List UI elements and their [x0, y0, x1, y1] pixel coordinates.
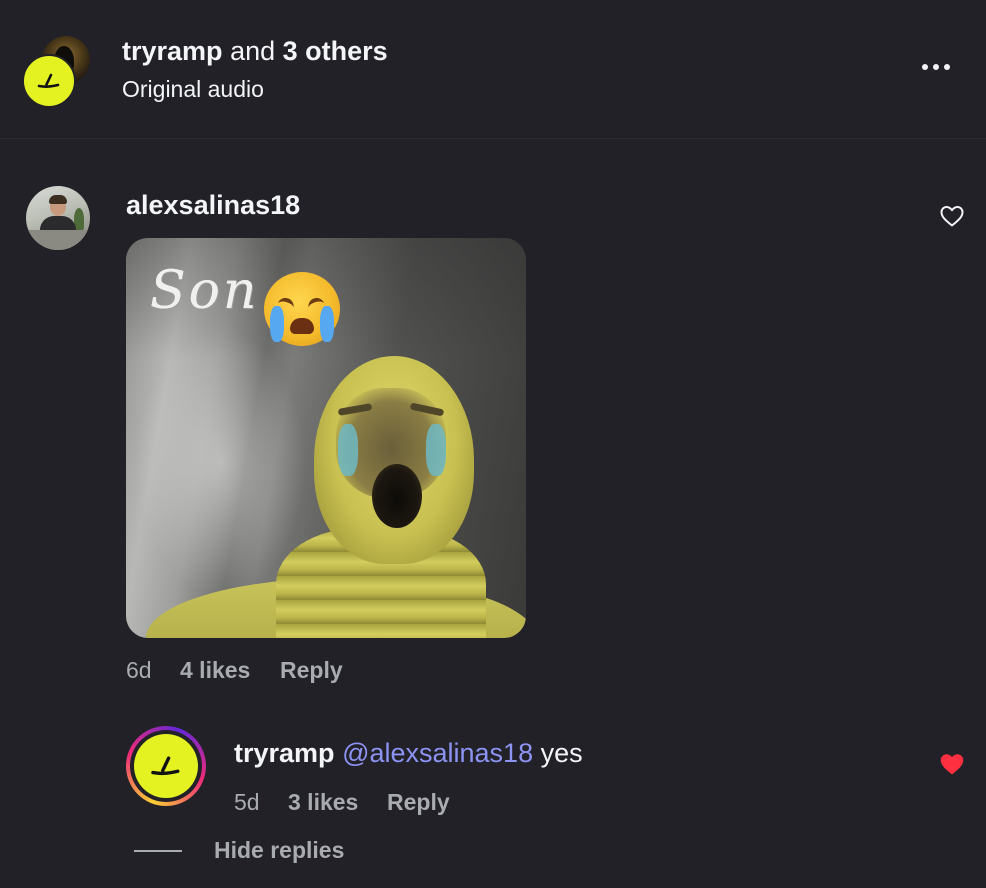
reply-reply-button[interactable]: Reply — [387, 787, 450, 817]
other-authors-link[interactable]: 3 others — [283, 36, 388, 66]
emoji-tear — [270, 306, 284, 342]
emoji-tear — [320, 306, 334, 342]
like-reply-button[interactable] — [936, 750, 968, 778]
post-header: tryramp and 3 others Original audio — [0, 0, 986, 138]
gif-mouth — [372, 464, 422, 528]
heart-filled-icon — [940, 754, 964, 775]
emoji-mouth — [290, 318, 314, 334]
like-comment-button[interactable] — [936, 202, 968, 230]
reply-body: tryramp @alexsalinas18 yes — [234, 736, 583, 770]
avatar-table — [26, 230, 90, 250]
gif-light — [136, 328, 306, 598]
more-dot — [933, 64, 939, 70]
heart-outline-icon — [940, 206, 964, 227]
post-authors: tryramp and 3 others — [122, 34, 388, 68]
more-dot — [922, 64, 928, 70]
comment-timestamp: 6d — [126, 657, 152, 683]
crying-face-emoji-icon — [264, 272, 340, 346]
header-divider — [0, 138, 986, 139]
reply-username[interactable]: tryramp — [234, 738, 335, 768]
ramp-logo-icon — [151, 756, 180, 776]
comment-thread-view: tryramp and 3 others Original audio alex… — [0, 0, 986, 888]
comment-likes[interactable]: 4 likes — [180, 655, 250, 685]
reply-timestamp: 5d — [234, 789, 260, 815]
reply-likes[interactable]: 3 likes — [288, 787, 358, 817]
commenter-avatar[interactable] — [26, 186, 90, 250]
more-dot — [944, 64, 950, 70]
gif-tear — [338, 424, 358, 476]
story-ring[interactable] — [126, 726, 206, 806]
author-username[interactable]: tryramp — [122, 36, 223, 66]
authors-joiner: and — [230, 36, 276, 66]
thread-line — [134, 850, 182, 852]
more-options-button[interactable] — [912, 52, 960, 82]
gif-tear — [426, 424, 446, 476]
audio-label[interactable]: Original audio — [122, 74, 264, 104]
reply-text: yes — [540, 738, 583, 768]
comment-reply-button[interactable]: Reply — [280, 655, 343, 685]
gif-caption: Son — [150, 261, 260, 321]
tryramp-avatar — [22, 54, 76, 108]
reply-mention-link[interactable]: @alexsalinas18 — [342, 738, 533, 768]
ramp-logo-icon — [37, 73, 60, 88]
avatar-hair — [49, 195, 67, 204]
tryramp-reply-avatar — [134, 734, 198, 798]
comment-gif[interactable]: Son — [126, 238, 526, 638]
hide-replies-button[interactable]: Hide replies — [214, 835, 344, 865]
commenter-username[interactable]: alexsalinas18 — [126, 188, 300, 222]
stacked-avatars[interactable] — [22, 34, 94, 108]
